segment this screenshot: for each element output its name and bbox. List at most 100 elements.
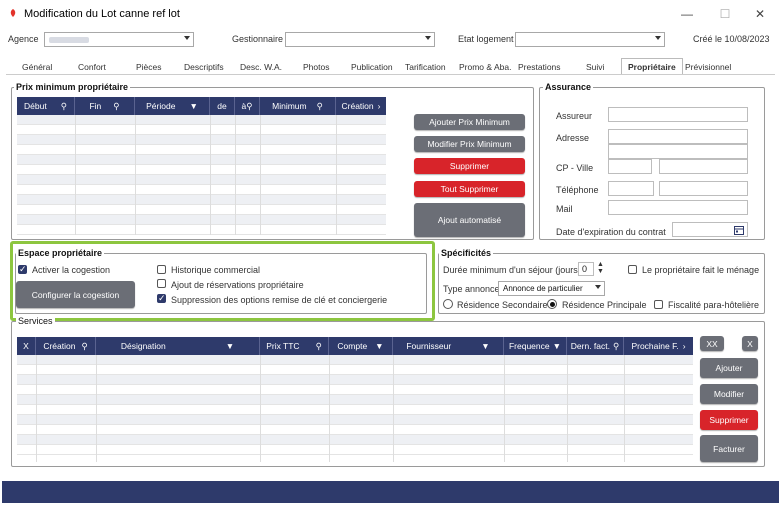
window-title: Modification du Lot canne ref lot (24, 8, 180, 20)
tab-desc-wa[interactable]: Desc. W.A. (240, 62, 282, 72)
table-row[interactable] (17, 435, 693, 445)
col-compte[interactable]: Compte ▼ (329, 337, 393, 355)
table-row[interactable] (17, 165, 386, 175)
gestionnaire-label: Gestionnaire (232, 34, 284, 44)
col-minimum[interactable]: Minimum ⚲ (260, 97, 336, 115)
col-fin[interactable]: Fin ⚲ (75, 97, 135, 115)
ajout-automatise-button[interactable]: Ajout automatisé (414, 203, 525, 237)
agence-select[interactable] (44, 32, 194, 47)
type-annonce-label: Type annonce (443, 284, 500, 294)
facturer-button[interactable]: Facturer (700, 435, 758, 462)
ajout-reservations-checkbox[interactable] (157, 279, 166, 288)
fiscalite-checkbox[interactable] (654, 300, 663, 309)
menage-checkbox[interactable] (628, 265, 637, 274)
table-row[interactable] (17, 375, 693, 385)
bottom-bar (2, 481, 779, 503)
table-row[interactable] (17, 125, 386, 135)
modifier-service-button[interactable]: Modifier (700, 384, 758, 404)
xx-button[interactable]: XX (700, 336, 724, 351)
x-button[interactable]: X (742, 336, 758, 351)
services-grid-body[interactable] (17, 355, 693, 462)
table-row[interactable] (17, 405, 693, 415)
residence-principale-radio[interactable] (547, 299, 557, 309)
col-frequence[interactable]: Frequence ▼ (504, 337, 567, 355)
etat-logement-select[interactable] (515, 32, 665, 47)
adresse-input-1[interactable] (608, 129, 748, 144)
table-row[interactable] (17, 115, 386, 125)
telephone-input-1[interactable] (608, 181, 654, 196)
col-dern-fact[interactable]: Dern. fact. ⚲ (567, 337, 624, 355)
tab-photos[interactable]: Photos (303, 62, 329, 72)
tab-descriptifs[interactable]: Descriptifs (184, 62, 224, 72)
table-row[interactable] (17, 155, 386, 165)
adresse-input-2[interactable] (608, 144, 748, 159)
table-row[interactable] (17, 215, 386, 225)
supprimer-button[interactable]: Supprimer (414, 158, 525, 174)
type-annonce-select[interactable]: Annonce de particulier (498, 281, 605, 296)
tab-publication[interactable]: Publication (351, 62, 393, 72)
col-prochaine-f[interactable]: Prochaine F. › (624, 337, 693, 355)
tab-confort[interactable]: Confort (78, 62, 106, 72)
table-row[interactable] (17, 195, 386, 205)
duree-input[interactable]: 0 (578, 262, 594, 276)
col-creation[interactable]: Création ⚲ (36, 337, 96, 355)
table-row[interactable] (17, 175, 386, 185)
table-row[interactable] (17, 205, 386, 215)
table-row[interactable] (17, 145, 386, 155)
ajout-reservations-label: Ajout de réservations propriétaire (171, 280, 304, 290)
ville-input[interactable] (659, 159, 748, 174)
supprimer-service-button[interactable]: Supprimer (700, 410, 758, 430)
search-icon: ⚲ (315, 340, 322, 351)
col-creation[interactable]: Création › (336, 97, 386, 115)
tab-tarification[interactable]: Tarification (405, 62, 446, 72)
table-row[interactable] (17, 395, 693, 405)
table-row[interactable] (17, 425, 693, 435)
column-divider (96, 355, 97, 462)
residence-secondaire-label: Résidence Secondaire (457, 300, 548, 310)
col-a[interactable]: à ⚲ (235, 97, 260, 115)
filter-icon: ▼ (481, 341, 490, 351)
close-button[interactable]: ✕ (737, 2, 781, 26)
col-prix-ttc[interactable]: Prix TTC ⚲ (260, 337, 329, 355)
table-row[interactable] (17, 355, 693, 365)
col-x[interactable]: X (17, 337, 36, 355)
table-row[interactable] (17, 445, 693, 455)
tout-supprimer-button[interactable]: Tout Supprimer (414, 181, 525, 197)
tab-previsionnel[interactable]: Prévisionnel (685, 62, 731, 72)
mail-input[interactable] (608, 200, 748, 215)
tab-prestations[interactable]: Prestations (518, 62, 561, 72)
calendar-icon[interactable] (734, 225, 744, 235)
table-row[interactable] (17, 365, 693, 375)
table-row[interactable] (17, 415, 693, 425)
gestionnaire-select[interactable] (285, 32, 435, 47)
residence-secondaire-radio[interactable] (443, 299, 453, 309)
tab-promo[interactable]: Promo & Aba. (459, 62, 511, 72)
assureur-input[interactable] (608, 107, 748, 122)
table-row[interactable] (17, 225, 386, 235)
col-periode[interactable]: Période ▼ (135, 97, 210, 115)
ajouter-service-button[interactable]: Ajouter (700, 358, 758, 378)
table-row[interactable] (17, 135, 386, 145)
spinner-icon[interactable]: ▲ ▼ (597, 261, 604, 275)
telephone-input-2[interactable] (659, 181, 748, 196)
cp-input[interactable] (608, 159, 652, 174)
ajouter-prix-minimum-button[interactable]: Ajouter Prix Minimum (414, 114, 525, 130)
tab-general[interactable]: Général (22, 62, 52, 72)
suppression-options-checkbox[interactable] (157, 293, 166, 304)
tab-proprietaire[interactable]: Propriétaire (621, 58, 683, 74)
assureur-label: Assureur (556, 111, 593, 121)
table-row[interactable] (17, 385, 693, 395)
table-row[interactable] (17, 185, 386, 195)
configurer-cogestion-button[interactable]: Configurer la cogestion (16, 281, 135, 308)
historique-commercial-checkbox[interactable] (157, 265, 166, 274)
tab-suivi[interactable]: Suivi (586, 62, 604, 72)
activer-cogestion-checkbox[interactable] (18, 264, 27, 275)
tab-pieces[interactable]: Pièces (136, 62, 162, 72)
expiration-date-input[interactable] (672, 222, 748, 237)
prix-grid-body[interactable] (17, 115, 386, 235)
col-designation[interactable]: Désignation ▼ (96, 337, 260, 355)
col-debut[interactable]: Début ⚲ (17, 97, 75, 115)
col-de[interactable]: de (210, 97, 235, 115)
modifier-prix-minimum-button[interactable]: Modifier Prix Minimum (414, 136, 525, 152)
col-fournisseur[interactable]: Fournisseur ▼ (393, 337, 504, 355)
